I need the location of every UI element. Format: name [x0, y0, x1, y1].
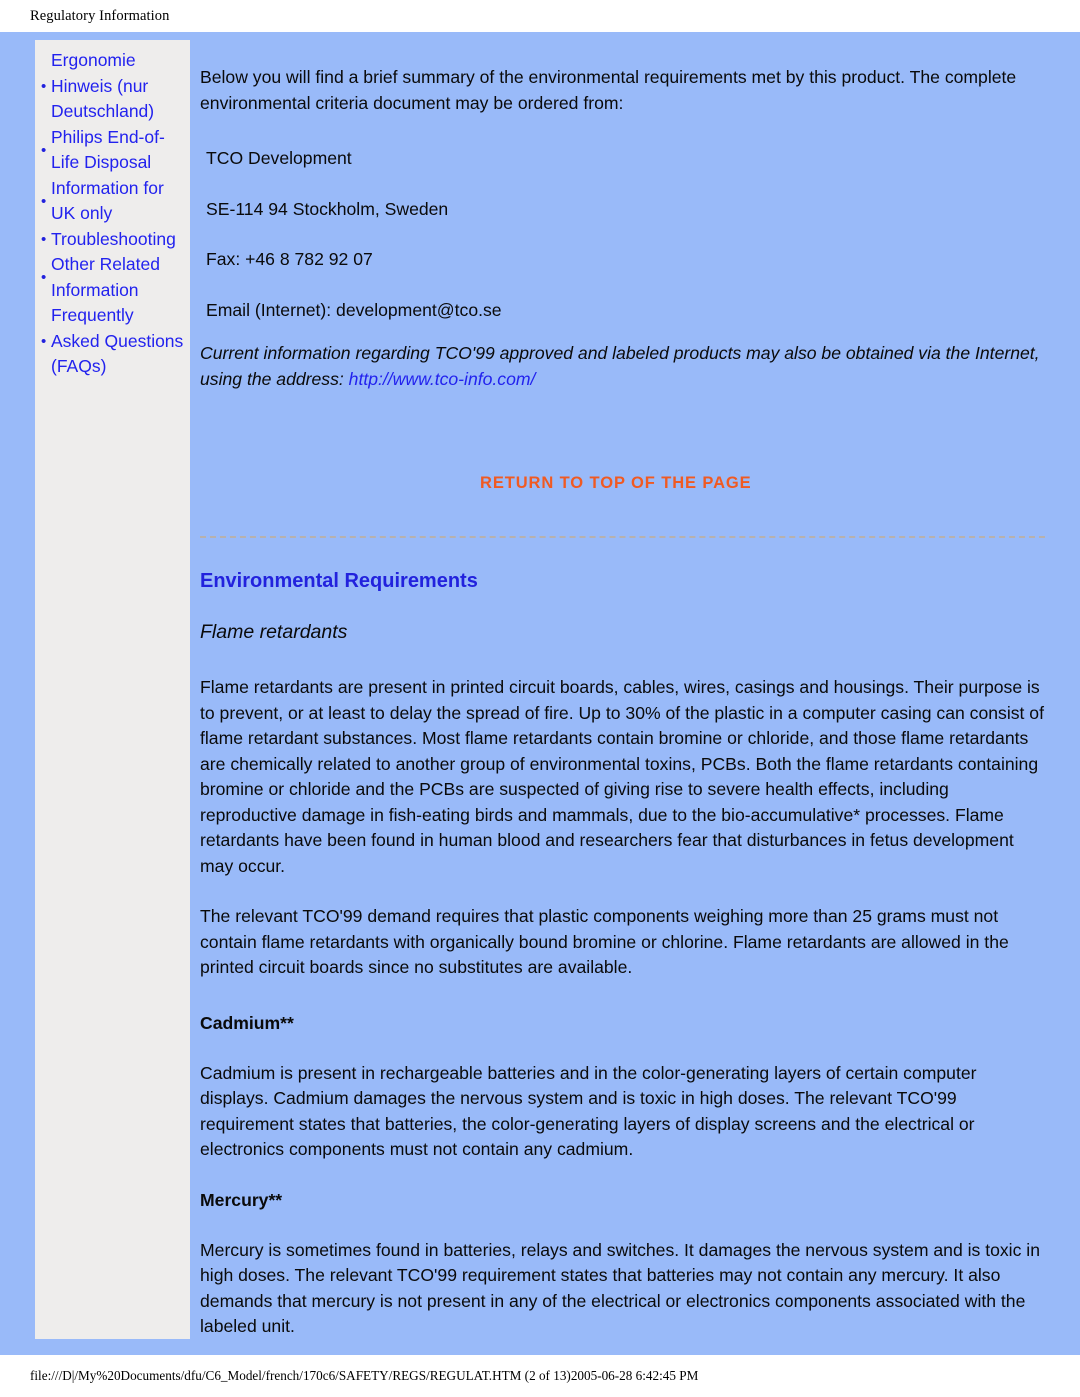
sidebar-item-philips-end-of-life-disposal[interactable]: • Philips End-of-Life Disposal: [35, 125, 186, 176]
sidebar-nav-list: • Ergonomie Hinweis (nur Deutschland) • …: [35, 48, 186, 380]
print-footer: file:///D|/My%20Documents/dfu/C6_Model/f…: [0, 1355, 1080, 1397]
main-content: Below you will find a brief summary of t…: [200, 32, 1045, 1390]
mercury-paragraph: Mercury is sometimes found in batteries,…: [200, 1239, 1040, 1337]
page-canvas: • Ergonomie Hinweis (nur Deutschland) • …: [0, 32, 1080, 1387]
contact-email: Email (Internet): development@tco.se: [206, 299, 502, 320]
section-heading-environmental-requirements: Environmental Requirements: [200, 570, 478, 592]
bullet-icon: •: [41, 269, 47, 286]
flame-retardants-paragraph-2: The relevant TCO'99 demand requires that…: [200, 906, 1009, 977]
sidebar-link-label[interactable]: Ergonomie Hinweis (nur Deutschland): [51, 48, 186, 125]
print-header: Regulatory Information: [0, 0, 1080, 32]
intro-paragraph: Below you will find a brief summary of t…: [200, 67, 1017, 113]
subsection-heading-flame-retardants: Flame retardants: [200, 621, 348, 643]
sidebar-link-label[interactable]: Frequently Asked Questions (FAQs): [51, 303, 186, 380]
bullet-icon: •: [41, 77, 47, 95]
sidebar-link-label[interactable]: Philips End-of-Life Disposal: [51, 125, 186, 176]
footer-file-path: file:///D|/My%20Documents/dfu/C6_Model/f…: [30, 1368, 699, 1383]
page-title: Regulatory Information: [30, 7, 170, 24]
bullet-icon: •: [41, 192, 47, 210]
section-divider: [200, 536, 1045, 538]
tco-info-link[interactable]: http://www.tco-info.com/: [349, 369, 536, 389]
bullet-icon: •: [41, 230, 47, 248]
sidebar-link-label[interactable]: Other Related Information: [51, 252, 186, 303]
return-to-top-link[interactable]: RETURN TO TOP OF THE PAGE: [480, 474, 752, 493]
contact-address: SE-114 94 Stockholm, Sweden: [206, 198, 449, 219]
sidebar-link-label[interactable]: Information for UK only: [51, 176, 186, 227]
sidebar: • Ergonomie Hinweis (nur Deutschland) • …: [35, 40, 190, 1339]
sidebar-item-troubleshooting[interactable]: • Troubleshooting: [35, 227, 186, 253]
bullet-icon: •: [41, 332, 47, 350]
sidebar-link-label[interactable]: Troubleshooting: [51, 227, 176, 253]
contact-organization: TCO Development: [206, 148, 352, 168]
sidebar-item-ergonomie-hinweis[interactable]: • Ergonomie Hinweis (nur Deutschland): [35, 48, 186, 125]
sidebar-item-frequently-asked-questions[interactable]: • Frequently Asked Questions (FAQs): [35, 303, 186, 380]
cadmium-paragraph: Cadmium is present in rechargeable batte…: [200, 1062, 977, 1160]
sidebar-item-information-for-uk-only[interactable]: • Information for UK only: [35, 176, 186, 227]
sidebar-item-other-related-information[interactable]: • Other Related Information: [35, 252, 186, 303]
contact-fax: Fax: +46 8 782 92 07: [206, 249, 373, 269]
flame-retardants-paragraph-1: Flame retardants are present in printed …: [200, 677, 1044, 876]
internet-address-note: Current information regarding TCO'99 app…: [200, 341, 1045, 392]
heading-mercury: Mercury**: [200, 1189, 283, 1210]
internet-note-text: Current information regarding TCO'99 app…: [200, 343, 1040, 389]
bullet-icon: •: [41, 141, 47, 159]
heading-cadmium: Cadmium**: [200, 1012, 294, 1033]
